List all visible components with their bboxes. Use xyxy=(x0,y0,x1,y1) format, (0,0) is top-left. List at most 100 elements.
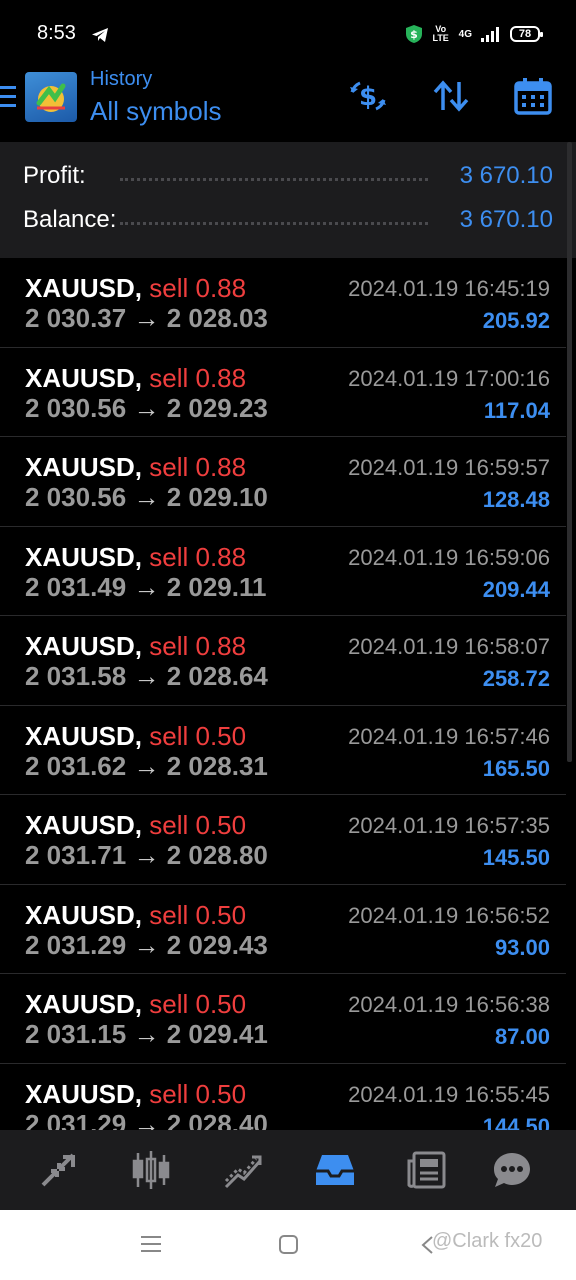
close-price: 2 029.23 xyxy=(166,392,268,423)
trade-symbol: XAUUSD, xyxy=(25,541,143,572)
trade-profit: 87.00 xyxy=(494,1024,550,1049)
header-subtitle: History xyxy=(90,68,153,90)
trade-side: sell 0.50 xyxy=(149,989,247,1019)
trade-side: sell 0.88 xyxy=(149,273,247,303)
bottom-nav xyxy=(0,1130,576,1210)
recents-icon[interactable] xyxy=(141,1236,161,1254)
trade-symbol: XAUUSD, xyxy=(25,810,143,840)
trade-profit: 258.72 xyxy=(482,666,550,691)
profit-value: 3 670.10 xyxy=(459,162,553,189)
trade-profit: 209.44 xyxy=(482,576,550,602)
watermark-text: @Clark fx20 xyxy=(432,1230,543,1252)
trade-row[interactable]: XAUUSD, sell 0.88 2 030.37 → 2 028.03 20… xyxy=(0,258,566,348)
trade-side: sell 0.50 xyxy=(149,720,247,751)
nav-trade[interactable] xyxy=(219,1146,267,1194)
trade-time: 2024.01.19 16:56:38 xyxy=(348,992,550,1017)
trade-time: 2024.01.19 16:55:45 xyxy=(348,1081,550,1107)
trade-row[interactable]: XAUUSD, sell 0.88 2 030.56 → 2 029.10 20… xyxy=(0,437,566,527)
close-price: 2 028.64 xyxy=(166,661,268,691)
trade-symbol: XAUUSD, xyxy=(25,720,143,751)
open-price: 2 031.58 xyxy=(25,661,127,691)
close-price: 2 029.11 xyxy=(166,571,267,602)
close-price: 2 028.03 xyxy=(166,303,268,333)
trade-profit: 144.50 xyxy=(482,1113,550,1131)
arrow-icon: → xyxy=(133,750,160,781)
close-price: 2 028.80 xyxy=(166,840,268,870)
calendar-button[interactable] xyxy=(513,76,553,116)
arrow-icon: → xyxy=(133,929,160,960)
open-price: 2 031.29 xyxy=(25,1108,127,1131)
dotted-leader xyxy=(120,178,428,181)
trade-row[interactable]: XAUUSD, sell 0.50 2 031.29 → 2 029.43 20… xyxy=(0,885,566,974)
trade-time: 2024.01.19 16:59:06 xyxy=(348,544,550,570)
battery-indicator: 78 xyxy=(510,26,543,42)
close-price: 2 028.31 xyxy=(166,750,268,781)
trade-time: 2024.01.19 16:58:07 xyxy=(348,634,550,659)
trade-time: 2024.01.19 16:56:52 xyxy=(348,902,550,928)
trade-side: sell 0.88 xyxy=(149,541,247,572)
app-header: History All symbols $ xyxy=(0,68,576,142)
news-icon xyxy=(407,1151,446,1189)
profit-row: Profit: 3 670.10 xyxy=(0,156,566,196)
chart-icon xyxy=(132,1151,170,1189)
trade-time: 2024.01.19 16:59:57 xyxy=(348,455,550,480)
nav-news[interactable] xyxy=(403,1146,451,1194)
open-price: 2 030.56 xyxy=(25,392,127,423)
open-price: 2 031.49 xyxy=(25,571,127,602)
nav-chart[interactable] xyxy=(127,1146,175,1194)
trade-side: sell 0.50 xyxy=(149,1078,247,1109)
telegram-icon xyxy=(92,28,108,42)
balance-label: Balance: xyxy=(23,206,117,233)
trade-row[interactable]: XAUUSD, sell 0.50 2 031.71 → 2 028.80 20… xyxy=(0,795,566,885)
trade-side: sell 0.88 xyxy=(149,362,247,393)
svg-text:$: $ xyxy=(410,28,418,41)
nav-history[interactable] xyxy=(311,1146,359,1194)
trade-row[interactable]: XAUUSD, sell 0.88 2 031.49 → 2 029.11 20… xyxy=(0,527,566,616)
trade-side: sell 0.50 xyxy=(149,899,247,930)
open-price: 2 031.62 xyxy=(25,750,127,781)
home-icon[interactable] xyxy=(279,1235,298,1254)
close-price: 2 028.40 xyxy=(166,1108,268,1131)
app-logo xyxy=(25,72,77,122)
trade-symbol: XAUUSD, xyxy=(25,899,143,930)
trade-row[interactable]: XAUUSD, sell 0.50 2 031.62 → 2 028.31 20… xyxy=(0,706,566,795)
trade-row[interactable]: XAUUSD, sell 0.88 2 031.58 → 2 028.64 20… xyxy=(0,616,566,706)
arrow-icon: → xyxy=(133,303,160,333)
arrow-icon: → xyxy=(133,392,160,423)
trade-profit: 128.48 xyxy=(482,487,550,512)
close-price: 2 029.41 xyxy=(166,1019,268,1049)
scrollbar[interactable] xyxy=(567,142,572,762)
trade-row[interactable]: XAUUSD, sell 0.50 2 031.15 → 2 029.41 20… xyxy=(0,974,566,1064)
nav-quotes[interactable] xyxy=(34,1146,82,1194)
open-price: 2 031.71 xyxy=(25,840,127,870)
trade-profit: 205.92 xyxy=(482,308,550,333)
currency-exchange-button[interactable]: $ xyxy=(348,76,388,116)
trade-profit: 145.50 xyxy=(482,845,550,870)
svg-text:$: $ xyxy=(359,82,377,112)
trade-time: 2024.01.19 16:57:46 xyxy=(348,723,550,749)
open-price: 2 030.56 xyxy=(25,482,127,512)
arrow-icon: → xyxy=(133,482,160,512)
nav-messages[interactable] xyxy=(488,1146,536,1194)
menu-icon[interactable] xyxy=(0,86,16,108)
page-title[interactable]: All symbols xyxy=(90,96,221,127)
balance-value: 3 670.10 xyxy=(459,206,553,233)
quotes-icon xyxy=(41,1153,75,1187)
network-indicator: 4G xyxy=(458,28,472,40)
currency-exchange-icon: $ xyxy=(350,81,386,112)
trade-profit: 93.00 xyxy=(494,934,550,960)
trade-list[interactable]: XAUUSD, sell 0.88 2 030.37 → 2 028.03 20… xyxy=(0,258,566,1130)
trade-side: sell 0.88 xyxy=(149,631,247,661)
arrow-icon: → xyxy=(133,1108,160,1131)
sort-button[interactable] xyxy=(431,76,471,116)
trade-row[interactable]: XAUUSD, sell 0.50 2 031.29 → 2 028.40 20… xyxy=(0,1064,566,1131)
volte-indicator: Vo LTE xyxy=(432,24,449,43)
arrow-icon: → xyxy=(133,571,160,602)
trade-time: 2024.01.19 16:57:35 xyxy=(348,813,550,838)
summary-panel: Profit: 3 670.10 Balance: 3 670.10 xyxy=(0,142,576,258)
trade-row[interactable]: XAUUSD, sell 0.88 2 030.56 → 2 029.23 20… xyxy=(0,348,566,437)
trade-symbol: XAUUSD, xyxy=(25,362,143,393)
close-price: 2 029.10 xyxy=(166,482,268,512)
arrow-icon: → xyxy=(133,1019,160,1049)
status-time: 8:53 xyxy=(37,22,76,44)
